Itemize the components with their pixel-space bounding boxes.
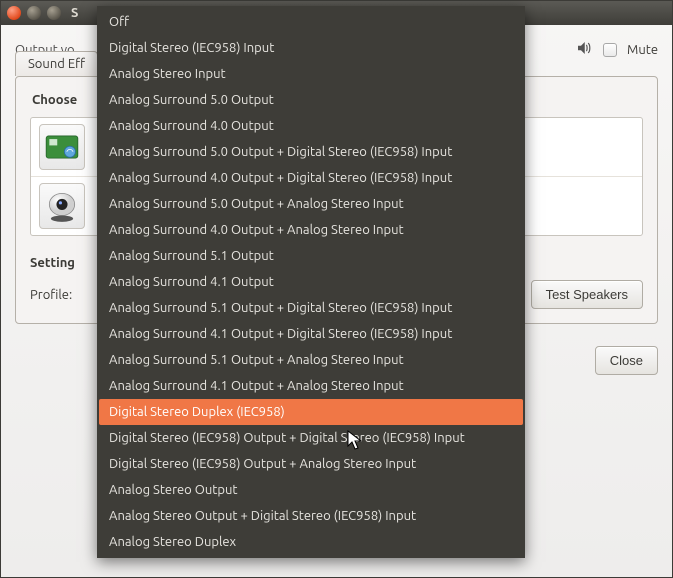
speaker-icon bbox=[575, 39, 593, 60]
profile-option[interactable]: Analog Stereo Output + Digital Stereo (I… bbox=[99, 503, 523, 529]
mute-label: Mute bbox=[627, 43, 658, 57]
profile-option[interactable]: Analog Surround 5.0 Output bbox=[99, 87, 523, 113]
profile-option[interactable]: Analog Surround 5.1 Output + Analog Ster… bbox=[99, 347, 523, 373]
window-minimize-button[interactable] bbox=[27, 6, 41, 20]
mute-checkbox[interactable] bbox=[603, 43, 617, 57]
profile-option[interactable]: Analog Surround 4.1 Output + Digital Ste… bbox=[99, 321, 523, 347]
profile-label: Profile: bbox=[30, 288, 72, 302]
profile-option[interactable]: Analog Surround 5.1 Output bbox=[99, 243, 523, 269]
profile-dropdown-menu[interactable]: OffDigital Stereo (IEC958) InputAnalog S… bbox=[97, 6, 525, 558]
profile-option[interactable]: Analog Stereo Input bbox=[99, 61, 523, 87]
profile-option[interactable]: Digital Stereo Duplex (IEC958) bbox=[99, 399, 523, 425]
profile-option[interactable]: Analog Surround 4.1 Output + Analog Ster… bbox=[99, 373, 523, 399]
profile-option[interactable]: Analog Surround 4.0 Output + Digital Ste… bbox=[99, 165, 523, 191]
profile-option[interactable]: Analog Surround 4.1 Output bbox=[99, 269, 523, 295]
profile-option[interactable]: Analog Surround 4.0 Output bbox=[99, 113, 523, 139]
profile-option[interactable]: Digital Stereo (IEC958) Output + Digital… bbox=[99, 425, 523, 451]
profile-option[interactable]: Analog Surround 5.0 Output + Digital Ste… bbox=[99, 139, 523, 165]
window-maximize-button[interactable] bbox=[47, 6, 61, 20]
window-title: S bbox=[71, 6, 78, 20]
webcam-icon bbox=[39, 183, 85, 229]
close-button[interactable]: Close bbox=[595, 346, 658, 375]
profile-option[interactable]: Digital Stereo (IEC958) Input bbox=[99, 35, 523, 61]
profile-option[interactable]: Analog Stereo Duplex bbox=[99, 529, 523, 555]
audio-card-icon bbox=[39, 124, 85, 170]
profile-option[interactable]: Analog Surround 4.0 Output + Analog Ster… bbox=[99, 217, 523, 243]
profile-option[interactable]: Analog Stereo Output bbox=[99, 477, 523, 503]
profile-option[interactable]: Analog Surround 5.1 Output + Digital Ste… bbox=[99, 295, 523, 321]
profile-option[interactable]: Digital Stereo (IEC958) Output + Analog … bbox=[99, 451, 523, 477]
profile-option[interactable]: Off bbox=[99, 9, 523, 35]
settings-label: Setting bbox=[30, 256, 75, 270]
tab-sound-effects[interactable]: Sound Eff bbox=[15, 51, 98, 76]
profile-option[interactable]: Analog Surround 5.0 Output + Analog Ster… bbox=[99, 191, 523, 217]
test-speakers-button[interactable]: Test Speakers bbox=[531, 280, 643, 309]
window-close-button[interactable] bbox=[7, 6, 21, 20]
sound-settings-window: S Output vo Mute Sound Eff Choose bbox=[0, 0, 673, 578]
